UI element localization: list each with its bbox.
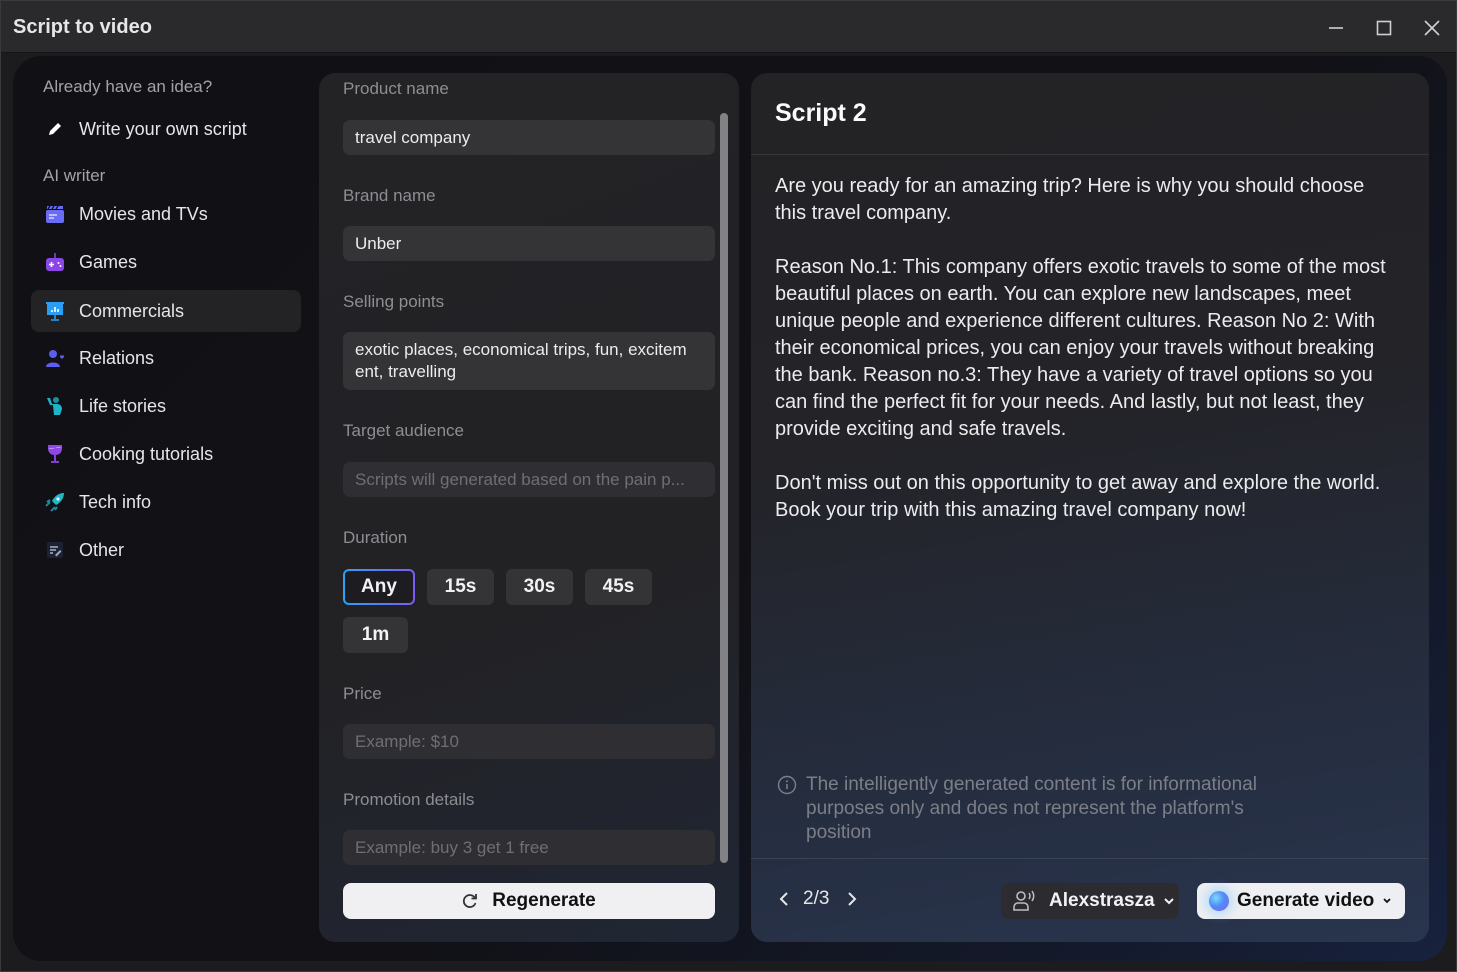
chevron-down-icon <box>1383 898 1391 904</box>
sidebar-item-tech-info[interactable]: Tech info <box>31 481 301 523</box>
sidebar-item-label: Movies and TVs <box>79 203 208 224</box>
minimize-button[interactable] <box>1321 13 1351 43</box>
sidebar-item-cooking-tutorials[interactable]: Cooking tutorials <box>31 433 301 475</box>
sidebar-item-label: Life stories <box>79 395 167 416</box>
gamepad-icon <box>45 252 65 272</box>
product-name-label: Product name <box>343 79 449 98</box>
minimize-icon <box>1329 27 1343 29</box>
chevron-right-icon <box>848 892 857 906</box>
notes-edit-icon <box>45 540 65 560</box>
rocket-icon <box>45 492 65 512</box>
duration-option-15s[interactable]: 15s <box>427 569 494 605</box>
next-script-button[interactable] <box>843 888 861 910</box>
sidebar-item-label: Commercials <box>79 300 185 321</box>
voice-label: Alexstrasza <box>1049 890 1155 911</box>
sidebar-item-commercials[interactable]: Commercials <box>31 290 301 332</box>
footer-divider <box>751 858 1429 859</box>
voice-selector[interactable]: Alexstrasza <box>1001 883 1179 919</box>
presentation-chart-icon <box>45 301 65 321</box>
target-audience-label: Target audience <box>343 421 464 440</box>
sidebar-item-label: Relations <box>79 347 155 368</box>
brand-name-input[interactable]: Unber <box>343 226 715 261</box>
disclaimer: The intelligently generated content is f… <box>777 773 1297 845</box>
sidebar: Already have an idea? Write your own scr… <box>13 56 313 961</box>
regenerate-label: Regenerate <box>492 890 596 911</box>
voice-speaker-icon <box>1013 890 1035 911</box>
script-paragraph: Don't miss out on this opportunity to ge… <box>775 472 1381 521</box>
script-paragraph: Are you ready for an amazing trip? Here … <box>775 175 1365 224</box>
price-label: Price <box>343 684 382 703</box>
script-body: Are you ready for an amazing trip? Here … <box>775 173 1395 551</box>
previous-script-button[interactable] <box>775 888 793 910</box>
promotion-details-label: Promotion details <box>343 790 475 809</box>
main-container: Already have an idea? Write your own scr… <box>13 56 1447 961</box>
pencil-icon <box>45 119 65 139</box>
generate-video-label: Generate video <box>1237 890 1375 911</box>
chevron-left-icon <box>779 892 788 906</box>
sidebar-item-label: Games <box>79 251 138 272</box>
sidebar-item-label: Cooking tutorials <box>79 443 214 464</box>
idea-heading: Already have an idea? <box>43 77 213 96</box>
script-paragraph: Reason No.1: This company offers exotic … <box>775 256 1386 440</box>
target-audience-input[interactable]: Scripts will generated based on the pain… <box>343 462 715 497</box>
chevron-down-icon <box>1163 898 1174 905</box>
script-pager: 2/3 <box>775 888 861 910</box>
selling-points-label: Selling points <box>343 292 445 311</box>
maximize-button[interactable] <box>1369 13 1399 43</box>
product-name-input[interactable]: travel company <box>343 120 715 155</box>
script-panel: Script 2 Are you ready for an amazing tr… <box>751 73 1429 942</box>
duration-option-45s[interactable]: 45s <box>585 569 652 605</box>
person-waving-icon <box>45 396 65 416</box>
script-title: Script 2 <box>775 99 867 127</box>
close-icon <box>1424 20 1440 36</box>
duration-option-1m[interactable]: 1m <box>343 617 408 653</box>
person-heart-icon <box>45 348 65 368</box>
page-indicator: 2/3 <box>803 888 830 909</box>
ai-orb-icon <box>1209 891 1229 911</box>
regenerate-button[interactable]: Regenerate <box>343 883 715 919</box>
header-divider <box>751 154 1429 155</box>
maximize-icon <box>1376 20 1392 36</box>
selling-points-input[interactable]: exotic places, economical trips, fun, ex… <box>343 332 715 390</box>
brand-name-label: Brand name <box>343 186 436 205</box>
write-own-script-label: Write your own script <box>79 118 247 139</box>
duration-label: Duration <box>343 528 408 547</box>
form-scrollbar[interactable] <box>719 113 729 863</box>
title-bar: Script to video <box>1 1 1456 53</box>
sidebar-item-label: Other <box>79 539 125 560</box>
sidebar-item-movies-and-tvs[interactable]: Movies and TVs <box>31 193 301 235</box>
duration-option-any[interactable]: Any <box>343 569 415 605</box>
wine-glass-icon <box>45 444 65 464</box>
price-input[interactable]: Example: $10 <box>343 724 715 759</box>
sidebar-item-other[interactable]: Other <box>31 529 301 571</box>
promotion-details-input[interactable]: Example: buy 3 get 1 free <box>343 830 715 865</box>
refresh-icon <box>463 894 478 908</box>
write-own-script-button[interactable]: Write your own script <box>31 108 301 150</box>
clapperboard-icon <box>45 204 65 224</box>
window-title: Script to video <box>13 16 152 38</box>
form-panel: Product name travel company Brand name U… <box>319 73 739 942</box>
disclaimer-text: The intelligently generated content is f… <box>806 774 1257 843</box>
form-scrollbar-thumb[interactable] <box>720 113 728 863</box>
info-icon <box>777 775 797 795</box>
ai-writer-heading: AI writer <box>43 166 106 185</box>
script-to-video-window: Script to video Already have an idea? Wr… <box>0 0 1457 972</box>
sidebar-item-life-stories[interactable]: Life stories <box>31 385 301 427</box>
close-button[interactable] <box>1417 13 1447 43</box>
sidebar-item-relations[interactable]: Relations <box>31 337 301 379</box>
sidebar-item-label: Tech info <box>79 491 152 512</box>
sidebar-item-games[interactable]: Games <box>31 241 301 283</box>
duration-option-30s[interactable]: 30s <box>506 569 573 605</box>
generate-video-button[interactable]: Generate video <box>1197 883 1405 919</box>
